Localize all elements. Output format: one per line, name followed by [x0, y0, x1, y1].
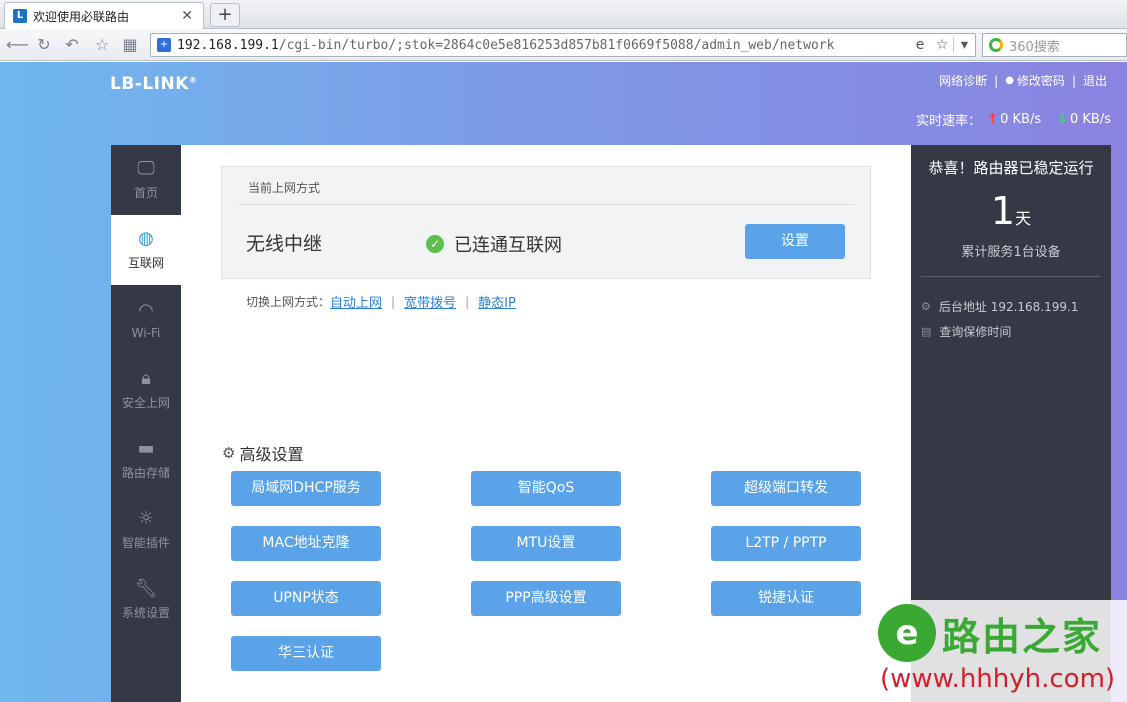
switch-mode-line: 切换上网方式： 自动上网 | 宽带拨号 | 静态IP	[246, 292, 516, 312]
upload-arrow-icon: ↑	[987, 112, 999, 127]
watermark-logo-icon: e	[878, 604, 936, 662]
rate-label: 实时速率：	[916, 114, 982, 129]
back-icon[interactable]: ⟵	[6, 35, 29, 55]
watermark-title: 路由之家	[942, 615, 1103, 659]
network-diagnose-link[interactable]: 网络诊断	[939, 72, 987, 89]
top-links: 网络诊断 | ● 修改密码 | 退出	[939, 72, 1107, 89]
bookmark-star-icon[interactable]: ☆	[931, 37, 953, 53]
watermark-url: (www.hhhyh.com)	[880, 664, 1116, 694]
ruijie-auth-button[interactable]: 锐捷认证	[711, 581, 861, 616]
connection-title: 当前上网方式	[248, 181, 321, 195]
brand-logo: LB-LINK®	[110, 74, 198, 94]
secure-shield-icon: +	[157, 38, 171, 52]
download-rate: 0 KB/s	[1070, 112, 1111, 127]
divider	[921, 276, 1101, 277]
admin-address-row: ⚙ 后台地址 192.168.199.1	[921, 300, 1079, 314]
card-icon: ▤	[921, 325, 932, 338]
undo-icon[interactable]: ↶	[62, 35, 82, 55]
tab-close-icon[interactable]: ✕	[181, 8, 193, 24]
gear-icon: ⚙	[222, 444, 236, 462]
connection-card: 当前上网方式 无线中继 ✓ 已连通互联网 设置	[221, 166, 871, 279]
sidebar-item-storage[interactable]: ▬ 路由存储	[111, 425, 181, 495]
compat-mode-icon[interactable]: e	[909, 37, 931, 53]
check-circle-icon: ✓	[426, 235, 444, 253]
connection-mode: 无线中继	[246, 233, 323, 255]
switch-label: 切换上网方式：	[246, 295, 331, 309]
upload-rate: 0 KB/s	[1000, 112, 1042, 127]
connection-status: ✓ 已连通互联网	[426, 231, 562, 257]
gear-small-icon: ⚙	[921, 300, 931, 313]
monitor-icon: 🖵	[137, 158, 155, 179]
search-input[interactable]: 360搜索	[982, 33, 1127, 57]
url-text: 192.168.199.1/cgi-bin/turbo/;stok=2864c0…	[177, 37, 835, 53]
pppoe-link[interactable]: 宽带拨号	[404, 292, 456, 311]
sidebar-item-plugins[interactable]: ☼ 智能插件	[111, 495, 181, 565]
tab-title: 欢迎使用必联路由	[33, 9, 130, 24]
main-panel: 当前上网方式 无线中继 ✓ 已连通互联网 设置 切换上网方式： 自动上网 | 宽…	[181, 145, 911, 702]
qos-button[interactable]: 智能QoS	[471, 471, 621, 506]
uptime: 1天	[990, 189, 1032, 233]
served-devices: 累计服务1台设备	[961, 245, 1061, 260]
bulb-icon: ☼	[137, 508, 155, 529]
static-ip-link[interactable]: 静态IP	[478, 292, 516, 311]
dhcp-button[interactable]: 局域网DHCP服务	[231, 471, 381, 506]
refresh-icon[interactable]: ↻	[34, 35, 54, 55]
sidebar-item-internet[interactable]: ◍ 互联网	[111, 215, 181, 285]
upnp-button[interactable]: UPNP状态	[231, 581, 381, 616]
favorite-star-icon[interactable]: ☆	[92, 35, 112, 55]
browser-toolbar: ⟵ ↻ ↶ ☆ ▦ + 192.168.199.1/cgi-bin/turbo/…	[0, 29, 1127, 61]
lock-icon: 🔒︎	[141, 368, 151, 389]
sidebar-item-system[interactable]: 🔧︎ 系统设置	[111, 565, 181, 635]
360-search-icon	[989, 38, 1003, 52]
new-tab-button[interactable]: +	[210, 3, 240, 27]
h3c-auth-button[interactable]: 华三认证	[231, 636, 381, 671]
sidebar-item-security[interactable]: 🔒︎ 安全上网	[111, 355, 181, 425]
ppp-advanced-button[interactable]: PPP高级设置	[471, 581, 621, 616]
wifi-icon: ◠	[138, 299, 154, 321]
search-placeholder: 360搜索	[1009, 39, 1060, 55]
info-dot-icon: ●	[1005, 75, 1014, 86]
address-input[interactable]: + 192.168.199.1/cgi-bin/turbo/;stok=2864…	[150, 33, 976, 57]
port-forward-button[interactable]: 超级端口转发	[711, 471, 861, 506]
mtu-button[interactable]: MTU设置	[471, 526, 621, 561]
setting-button[interactable]: 设置	[745, 224, 845, 259]
logout-link[interactable]: 退出	[1083, 72, 1107, 89]
sidebar-item-home[interactable]: 🖵 首页	[111, 145, 181, 215]
folder-icon: ▬	[137, 438, 155, 459]
globe-icon: ◍	[138, 228, 154, 249]
sidebar-item-wifi[interactable]: ◠ Wi-Fi	[111, 285, 181, 355]
browser-tabbar: L 欢迎使用必联路由 ✕ +	[0, 0, 1127, 29]
divider	[238, 204, 854, 205]
wrench-icon: 🔧︎	[134, 578, 158, 599]
l2tp-pptp-button[interactable]: L2TP / PPTP	[711, 526, 861, 561]
browser-tab[interactable]: L 欢迎使用必联路由 ✕	[4, 2, 204, 29]
watermark: e 路由之家 (www.hhhyh.com)	[872, 600, 1127, 702]
change-password-link[interactable]: 修改密码	[1017, 72, 1065, 89]
apps-grid-icon[interactable]: ▦	[120, 35, 140, 55]
status-headline: 恭喜！路由器已稳定运行	[928, 159, 1094, 177]
auto-connect-link[interactable]: 自动上网	[330, 292, 382, 311]
realtime-rate: 实时速率： ↑ 0 KB/s ↓ 0 KB/s	[916, 110, 1111, 129]
sidebar: 🖵 首页 ◍ 互联网 ◠ Wi-Fi 🔒︎ 安全上网 ▬ 路由存储 ☼ 智能插件…	[111, 145, 181, 702]
lblink-favicon-icon: L	[13, 9, 27, 23]
advanced-settings-title: ⚙ 高级设置	[222, 444, 304, 464]
warranty-link[interactable]: ▤ 查询保修时间	[921, 323, 1011, 340]
url-dropdown-icon[interactable]: ▾	[953, 37, 975, 53]
mac-clone-button[interactable]: MAC地址克隆	[231, 526, 381, 561]
download-arrow-icon: ↓	[1057, 112, 1068, 127]
